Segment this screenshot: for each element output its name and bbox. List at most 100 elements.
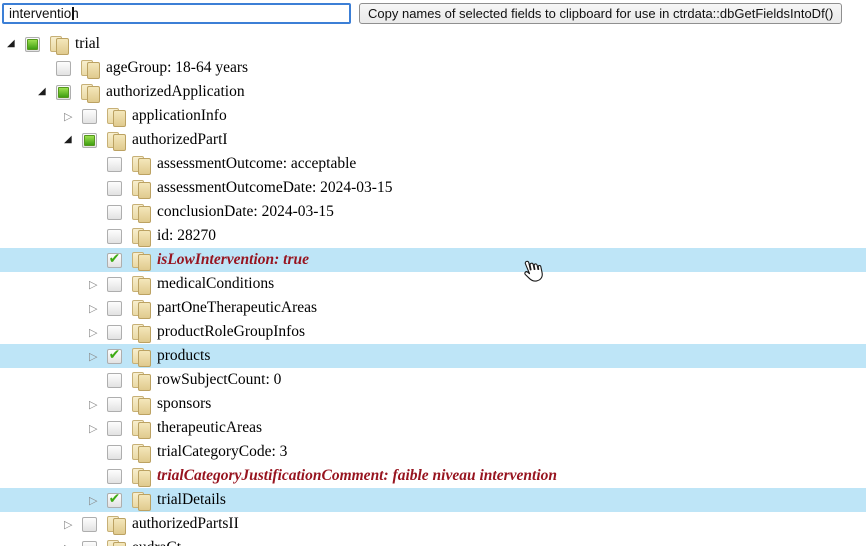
- folder-icon: [131, 492, 151, 509]
- tree-row[interactable]: ▷ applicationInfo: [0, 104, 866, 128]
- tree-item-label[interactable]: sponsors: [157, 395, 211, 413]
- checkbox[interactable]: [107, 277, 122, 292]
- tree-row[interactable]: ▷ products: [0, 344, 866, 368]
- checkbox[interactable]: [107, 229, 122, 244]
- checkbox[interactable]: [107, 445, 122, 460]
- tree-item-label[interactable]: assessmentOutcomeDate: 2024-03-15: [157, 179, 392, 197]
- folder-icon: [106, 516, 126, 533]
- tree-item-label[interactable]: authorizedPartI: [132, 131, 228, 149]
- folder-icon: [131, 372, 151, 389]
- tree-item-label[interactable]: assessmentOutcome: acceptable: [157, 155, 356, 173]
- toolbar: Copy names of selected fields to clipboa…: [0, 0, 866, 27]
- tree-item-label[interactable]: trialCategoryJustificationComment: faibl…: [157, 467, 557, 485]
- folder-icon: [106, 132, 126, 149]
- expand-toggle-icon[interactable]: ▷: [62, 519, 82, 530]
- tree-item-label[interactable]: trial: [75, 35, 100, 53]
- folder-icon: [106, 540, 126, 546]
- tree-item-label[interactable]: authorizedPartsII: [132, 515, 239, 533]
- folder-icon: [131, 276, 151, 293]
- tree-row[interactable]: ◢ authorizedApplication: [0, 80, 866, 104]
- tree-row[interactable]: isLowIntervention: true: [0, 248, 866, 272]
- checkbox[interactable]: [107, 157, 122, 172]
- expand-toggle-icon[interactable]: ◢: [62, 135, 82, 145]
- tree-item-label[interactable]: authorizedApplication: [106, 83, 245, 101]
- checkbox[interactable]: [107, 325, 122, 340]
- tree-row[interactable]: id: 28270: [0, 224, 866, 248]
- tree-row[interactable]: ▷ sponsors: [0, 392, 866, 416]
- tree-item-label[interactable]: partOneTherapeuticAreas: [157, 299, 317, 317]
- expand-toggle-icon[interactable]: ▷: [62, 543, 82, 546]
- folder-icon: [131, 156, 151, 173]
- field-tree-window: Copy names of selected fields to clipboa…: [0, 0, 866, 546]
- tree-row[interactable]: ageGroup: 18-64 years: [0, 56, 866, 80]
- tree-row[interactable]: assessmentOutcomeDate: 2024-03-15: [0, 176, 866, 200]
- tree-row[interactable]: ▷ authorizedPartsII: [0, 512, 866, 536]
- checkbox[interactable]: [107, 205, 122, 220]
- tree-row[interactable]: ▷ partOneTherapeuticAreas: [0, 296, 866, 320]
- expand-toggle-icon[interactable]: ▷: [87, 327, 107, 338]
- tree-row[interactable]: ▷ productRoleGroupInfos: [0, 320, 866, 344]
- tree-item-label[interactable]: trialCategoryCode: 3: [157, 443, 287, 461]
- tree-item-label[interactable]: conclusionDate: 2024-03-15: [157, 203, 334, 221]
- tree-item-label[interactable]: applicationInfo: [132, 107, 227, 125]
- tree-item-label[interactable]: productRoleGroupInfos: [157, 323, 305, 341]
- checkbox[interactable]: [107, 301, 122, 316]
- text-caret: [72, 7, 74, 20]
- tree-item-label[interactable]: therapeuticAreas: [157, 419, 262, 437]
- folder-icon: [131, 348, 151, 365]
- expand-toggle-icon[interactable]: ▷: [87, 279, 107, 290]
- expand-toggle-icon[interactable]: ◢: [36, 87, 56, 97]
- checkbox[interactable]: [25, 37, 40, 52]
- tree-row[interactable]: trialCategoryJustificationComment: faibl…: [0, 464, 866, 488]
- checkbox[interactable]: [107, 421, 122, 436]
- checkbox[interactable]: [56, 61, 71, 76]
- folder-icon: [131, 420, 151, 437]
- tree-item-label[interactable]: trialDetails: [157, 491, 226, 509]
- checkbox[interactable]: [107, 397, 122, 412]
- checkbox[interactable]: [107, 253, 122, 268]
- expand-toggle-icon[interactable]: ▷: [62, 111, 82, 122]
- checkbox[interactable]: [56, 85, 71, 100]
- expand-toggle-icon[interactable]: ▷: [87, 303, 107, 314]
- tree-row[interactable]: ▷ medicalConditions: [0, 272, 866, 296]
- tree-row[interactable]: rowSubjectCount: 0: [0, 368, 866, 392]
- tree-item-label[interactable]: products: [157, 347, 210, 365]
- checkbox[interactable]: [107, 373, 122, 388]
- copy-fields-button[interactable]: Copy names of selected fields to clipboa…: [359, 3, 842, 24]
- folder-icon: [131, 444, 151, 461]
- folder-icon: [106, 108, 126, 125]
- checkbox[interactable]: [107, 349, 122, 364]
- checkbox[interactable]: [82, 109, 97, 124]
- tree-row[interactable]: assessmentOutcome: acceptable: [0, 152, 866, 176]
- tree-row[interactable]: conclusionDate: 2024-03-15: [0, 200, 866, 224]
- expand-toggle-icon[interactable]: ▷: [87, 423, 107, 434]
- folder-icon: [131, 180, 151, 197]
- checkbox[interactable]: [82, 517, 97, 532]
- checkbox[interactable]: [107, 469, 122, 484]
- tree-item-label[interactable]: eudraCt: [132, 539, 181, 546]
- tree-item-label[interactable]: isLowIntervention: true: [157, 251, 309, 269]
- tree-item-label[interactable]: rowSubjectCount: 0: [157, 371, 281, 389]
- field-tree: ◢ trial ageGroup: 18-64 years ◢ authoriz…: [0, 32, 866, 546]
- search-input[interactable]: [2, 3, 351, 24]
- folder-icon: [131, 396, 151, 413]
- tree-row[interactable]: ▷ eudraCt: [0, 536, 866, 546]
- checkbox[interactable]: [82, 133, 97, 148]
- tree-row[interactable]: ◢ trial: [0, 32, 866, 56]
- checkbox[interactable]: [82, 541, 97, 546]
- checkbox[interactable]: [107, 181, 122, 196]
- checkbox[interactable]: [107, 493, 122, 508]
- tree-item-label[interactable]: ageGroup: 18-64 years: [106, 59, 248, 77]
- expand-toggle-icon[interactable]: ▷: [87, 399, 107, 410]
- tree-row[interactable]: trialCategoryCode: 3: [0, 440, 866, 464]
- tree-item-label[interactable]: medicalConditions: [157, 275, 274, 293]
- tree-row[interactable]: ▷ trialDetails: [0, 488, 866, 512]
- tree-item-label[interactable]: id: 28270: [157, 227, 216, 245]
- expand-toggle-icon[interactable]: ▷: [87, 495, 107, 506]
- tree-row[interactable]: ▷ therapeuticAreas: [0, 416, 866, 440]
- expand-toggle-icon[interactable]: ◢: [5, 39, 25, 49]
- folder-icon: [80, 84, 100, 101]
- tree-row[interactable]: ◢ authorizedPartI: [0, 128, 866, 152]
- expand-toggle-icon[interactable]: ▷: [87, 351, 107, 362]
- folder-icon: [131, 204, 151, 221]
